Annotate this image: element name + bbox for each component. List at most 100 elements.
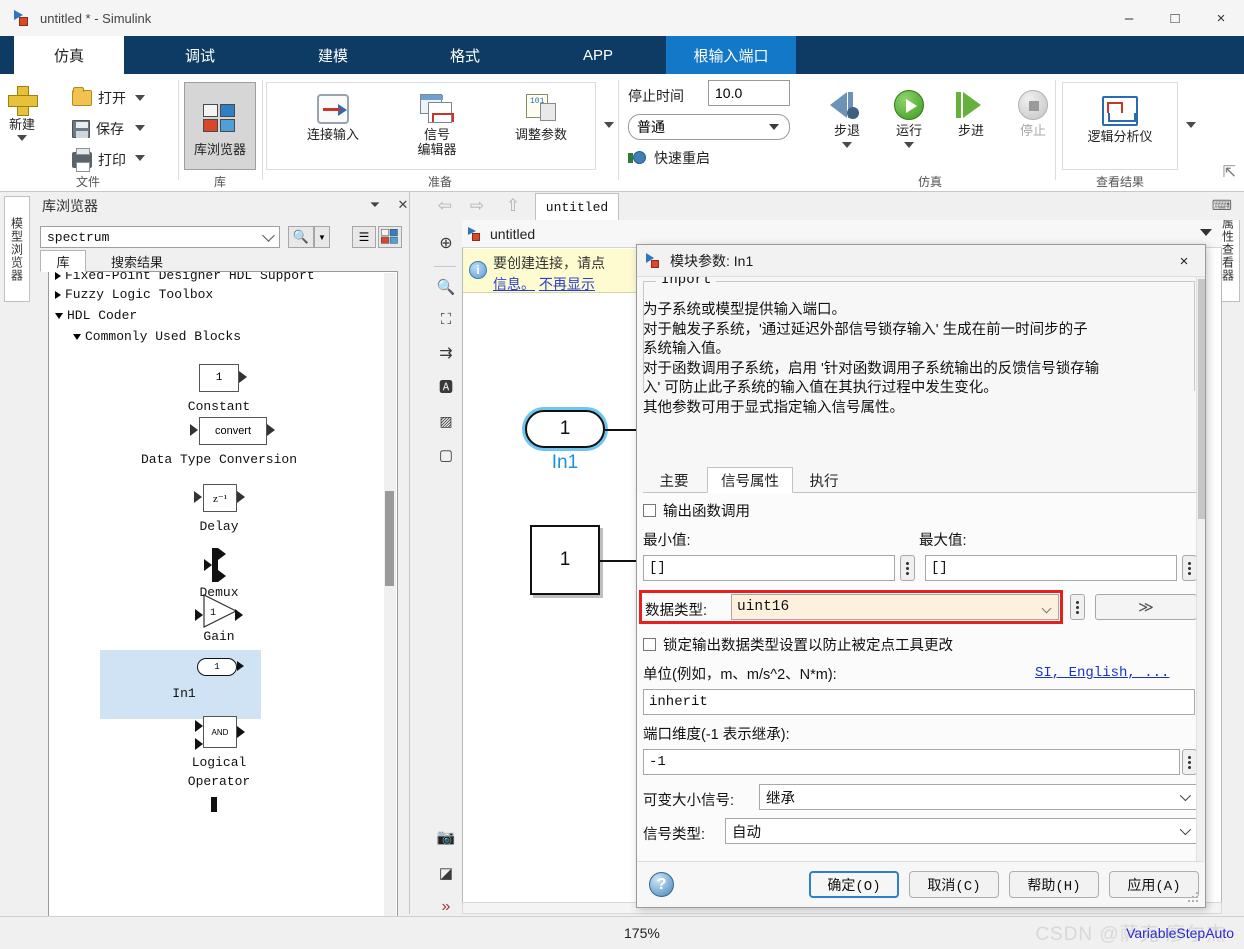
dialog-vscroll-thumb[interactable] (1198, 279, 1205, 519)
maximize-button[interactable]: □ (1152, 0, 1198, 36)
unit-systems-link[interactable]: SI, English, ... (1035, 665, 1169, 681)
tree-item-fixed-point[interactable]: Fixed-Point Designer HDL Support (55, 272, 315, 283)
annotation-icon[interactable]: 🅰 (433, 374, 459, 400)
nav-back-icon[interactable]: ⇦ (434, 195, 456, 217)
ok-button[interactable]: 确定(O) (809, 871, 899, 898)
new-chevron-down-icon[interactable] (17, 135, 27, 141)
run-button[interactable]: 运行 (884, 90, 934, 148)
palette-icon[interactable]: ◪ (433, 860, 459, 886)
library-block-delay-label[interactable]: Delay (109, 519, 329, 534)
max-options-button[interactable] (1182, 555, 1197, 581)
port-dimensions-options-button[interactable] (1182, 749, 1197, 775)
open-button[interactable]: 打开 (72, 87, 126, 108)
fit-to-view-icon[interactable]: ⛶ (433, 306, 459, 332)
save-button[interactable]: 保存 (72, 119, 124, 139)
close-button[interactable]: × (1198, 0, 1244, 36)
output-function-call-row[interactable]: 输出函数调用 (643, 500, 750, 521)
lock-data-type-checkbox[interactable] (643, 638, 656, 651)
ribbon-collapse-icon[interactable]: ⇱ (1223, 162, 1236, 182)
library-block-delay-glyph[interactable]: z⁻¹ (203, 484, 237, 512)
signal-routing-icon[interactable]: ⇉ (433, 340, 459, 366)
help-button[interactable]: 帮助(H) (1009, 871, 1099, 898)
signal-type-select[interactable]: 自动 (725, 818, 1197, 844)
canvas-block-inport-label[interactable]: In1 (525, 452, 605, 474)
notice-dismiss-link[interactable]: 不再显示 (539, 276, 595, 292)
dialog-vscrollbar[interactable] (1196, 277, 1205, 863)
signal-editor-button[interactable]: 信号 编辑器 (392, 94, 482, 157)
library-block-constant-label[interactable]: Constant (109, 399, 329, 414)
library-search-chevron-down-icon[interactable] (262, 229, 275, 242)
tree-item-fuzzy-logic[interactable]: Fuzzy Logic Toolbox (55, 287, 213, 302)
screenshot-icon[interactable]: 📷 (433, 824, 459, 850)
library-block-gain-label[interactable]: Gain (109, 629, 329, 644)
dialog-tab-execution[interactable]: 执行 (795, 467, 853, 493)
library-block-logical-operator-glyph[interactable]: AND (203, 716, 237, 748)
breadcrumb-chevron-down-icon[interactable] (1200, 229, 1212, 236)
results-gallery-chevron-down-icon[interactable] (1186, 122, 1196, 128)
new-button[interactable]: 新建 (8, 86, 38, 141)
open-chevron-down-icon[interactable] (135, 95, 145, 101)
library-tree[interactable]: Fixed-Point Designer HDL Support Fuzzy L… (48, 271, 398, 949)
tab-apps[interactable]: APP (543, 36, 653, 74)
breadcrumb-model-name[interactable]: untitled (490, 226, 535, 242)
sidebar-item-model-browser[interactable]: 模型浏览器 (4, 196, 30, 302)
tab-modeling[interactable]: 建模 (278, 36, 388, 74)
lock-data-type-row[interactable]: 锁定输出数据类型设置以防止被定点工具更改 (643, 634, 953, 655)
library-block-in1-label[interactable]: In1 (109, 686, 259, 701)
dialog-tab-main[interactable]: 主要 (643, 467, 705, 493)
tune-parameters-button[interactable]: 调整参数 (496, 94, 586, 142)
tree-item-hdl-coder[interactable]: HDL Coder (55, 308, 137, 323)
tab-simulation[interactable]: 仿真 (14, 36, 124, 74)
cancel-button[interactable]: 取消(C) (909, 871, 999, 898)
tab-library[interactable]: 库 (40, 250, 86, 272)
library-browser-button[interactable]: 库浏览器 (184, 82, 256, 170)
nav-forward-icon[interactable]: ⇨ (466, 195, 488, 217)
logic-analyzer-button[interactable]: 逻辑分析仪 (1076, 96, 1164, 144)
library-block-constant-glyph[interactable]: 1 (199, 364, 239, 392)
library-search-options-chevron-down-icon[interactable]: ▼ (314, 226, 330, 248)
tab-format[interactable]: 格式 (410, 36, 520, 74)
data-type-input[interactable]: uint16 (731, 594, 1059, 620)
step-back-chevron-down-icon[interactable] (842, 142, 852, 148)
data-type-assistant-button[interactable]: ≫ (1095, 594, 1197, 620)
library-tree-vscrollbar[interactable] (384, 273, 396, 949)
save-chevron-down-icon[interactable] (135, 125, 145, 131)
zoom-in-icon[interactable]: 🔍 (433, 274, 459, 300)
nav-up-icon[interactable]: ⇧ (502, 195, 524, 217)
output-function-call-checkbox[interactable] (643, 504, 656, 517)
step-back-button[interactable]: 步退 (822, 90, 872, 148)
canvas-block-inport[interactable]: 1 (525, 410, 605, 448)
library-browser-options-icon[interactable]: ⏷ (366, 196, 384, 214)
library-block-conversion-label[interactable]: Data Type Conversion (89, 452, 349, 467)
dialog-resize-grip[interactable] (1188, 892, 1200, 904)
minimize-button[interactable]: – (1106, 0, 1152, 36)
connect-input-button[interactable]: 连接输入 (288, 94, 378, 142)
apply-button[interactable]: 应用(A) (1109, 871, 1199, 898)
max-input[interactable]: [] (925, 555, 1177, 581)
library-tree-vscroll-thumb[interactable] (385, 491, 394, 586)
canvas-keyboard-icon[interactable]: ⌨ (1212, 197, 1232, 214)
scope-viewer-icon[interactable]: ▨ (433, 408, 459, 434)
zoom-level[interactable]: 175% (624, 925, 660, 941)
tab-root-inport[interactable]: 根输入端口 (666, 36, 796, 74)
library-block-logical-operator-label[interactable]: Logical Operator (109, 753, 329, 791)
prepare-gallery-chevron-down-icon[interactable] (604, 122, 614, 128)
canvas-block-subsystem[interactable]: 1 (530, 525, 600, 595)
data-type-chevron-down-icon[interactable] (1041, 603, 1052, 614)
print-chevron-down-icon[interactable] (135, 155, 145, 161)
notice-info-link[interactable]: 信息。 (493, 276, 535, 292)
library-block-convert-glyph[interactable]: convert (199, 417, 267, 445)
variable-size-select[interactable]: 继承 (759, 784, 1197, 810)
print-button[interactable]: 打印 (72, 148, 126, 172)
navigate-back-icon[interactable]: ⊕ (433, 230, 459, 256)
tab-search-results[interactable]: 搜索结果 (92, 250, 182, 272)
min-options-button[interactable] (900, 555, 915, 581)
stop-time-input[interactable]: 10.0 (708, 80, 790, 106)
step-forward-button[interactable]: 步进 (946, 90, 996, 138)
document-tab-untitled[interactable]: untitled (535, 193, 619, 220)
simulation-mode-select[interactable]: 普通 (628, 114, 790, 140)
min-input[interactable]: [] (643, 555, 895, 581)
data-type-options-button[interactable] (1070, 594, 1085, 620)
dialog-help-icon[interactable]: ? (649, 872, 674, 897)
run-chevron-down-icon[interactable] (904, 142, 914, 148)
